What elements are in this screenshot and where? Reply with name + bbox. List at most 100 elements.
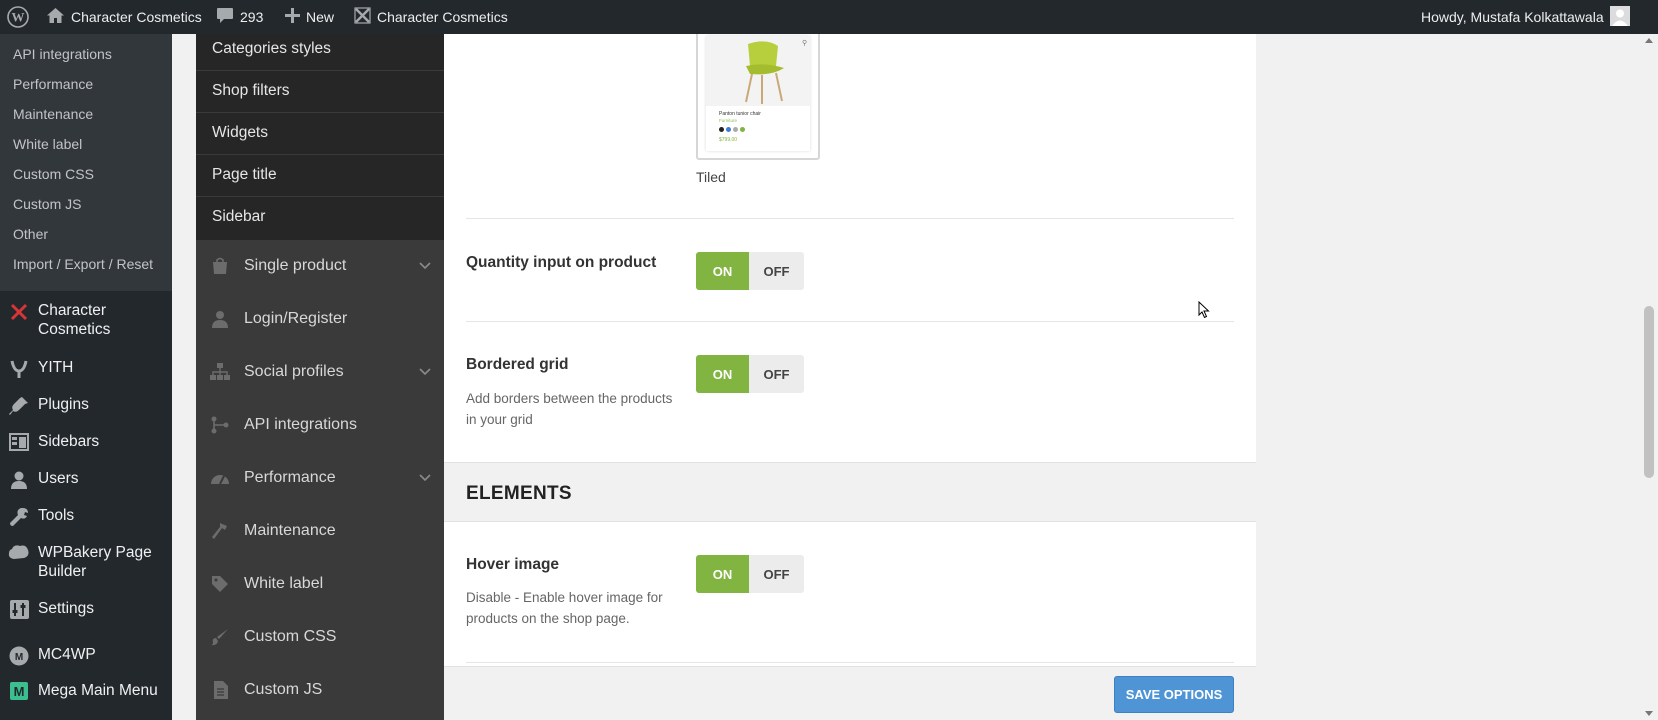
bordered-grid-toggle[interactable]: ON OFF — [696, 355, 804, 393]
divider — [466, 662, 1234, 663]
toggle-on[interactable]: ON — [696, 555, 749, 593]
my-account-link[interactable]: Howdy, Mustafa Kolkattawala — [1421, 0, 1630, 34]
divider — [196, 112, 444, 113]
menu-item-wpbakery[interactable]: WPBakery Page Builder — [0, 543, 172, 581]
theme-options-link[interactable]: Character Cosmetics — [354, 0, 508, 34]
nav-label: Custom CSS — [244, 628, 337, 645]
scrollbar-thumb[interactable] — [1644, 306, 1654, 478]
theme-x-icon — [0, 301, 38, 322]
nav-label: Maintenance — [244, 522, 336, 539]
nav-item-custom-js[interactable]: Custom JS — [196, 665, 444, 715]
hover-image-toggle[interactable]: ON OFF — [696, 555, 804, 593]
comments-count: 293 — [240, 9, 264, 25]
chevron-down-icon[interactable] — [406, 368, 444, 376]
submenu-item-import-export-reset[interactable]: Import / Export / Reset — [13, 256, 153, 272]
options-subnav: Categories styles Shop filters Widgets P… — [196, 34, 444, 240]
nav-item-social-profiles[interactable]: Social profiles — [196, 347, 444, 397]
svg-text:W: W — [12, 10, 25, 25]
admin-submenu: API integrations Performance Maintenance… — [0, 34, 172, 291]
toggle-off[interactable]: OFF — [749, 252, 804, 290]
hammer-icon — [196, 522, 244, 540]
nav-item-single-product[interactable]: Single product — [196, 241, 444, 291]
wpbakery-icon — [0, 543, 38, 562]
yith-icon — [0, 358, 38, 379]
admin-bar: W Character Cosmetics 293 New Character … — [0, 0, 1658, 34]
submenu-item-custom-js[interactable]: Custom JS — [13, 196, 81, 212]
scroll-down-arrow[interactable] — [1645, 711, 1653, 716]
admin-menu: API integrations Performance Maintenance… — [0, 34, 172, 720]
sidebars-icon — [0, 432, 38, 451]
menu-item-mega-main-menu[interactable]: M Mega Main Menu — [0, 681, 172, 700]
submenu-item-custom-css[interactable]: Custom CSS — [13, 166, 94, 182]
theme-link-label: Character Cosmetics — [377, 9, 508, 25]
menu-item-settings[interactable]: Settings — [0, 599, 172, 619]
settings-icon — [0, 599, 38, 619]
toggle-off[interactable]: OFF — [749, 555, 804, 593]
submenu-item-white-label[interactable]: White label — [13, 136, 82, 152]
menu-item-character-cosmetics[interactable]: Character Cosmetics — [0, 301, 172, 339]
nav-label: API integrations — [244, 416, 357, 433]
quantity-input-toggle[interactable]: ON OFF — [696, 252, 804, 290]
option-title-quantity-input: Quantity input on product — [466, 254, 657, 271]
submenu-item-api-integrations[interactable]: API integrations — [13, 46, 112, 62]
chair-image: ⚲ — [706, 36, 810, 106]
scroll-up-arrow[interactable] — [1645, 38, 1653, 43]
comments-link[interactable]: 293 — [216, 0, 263, 34]
bag-icon — [196, 257, 244, 275]
chevron-down-icon[interactable] — [406, 262, 444, 270]
toggle-on[interactable]: ON — [696, 252, 749, 290]
submenu-item-maintenance[interactable]: Maintenance — [13, 106, 93, 122]
nav-label: Social profiles — [244, 363, 344, 380]
submenu-item-other[interactable]: Other — [13, 226, 48, 242]
menu-item-plugins[interactable]: Plugins — [0, 395, 172, 416]
nav-item-api-integrations[interactable]: API integrations — [196, 400, 444, 450]
subnav-shop-filters[interactable]: Shop filters — [212, 82, 290, 100]
option-title-hover-image: Hover image — [466, 556, 560, 573]
tag-icon — [196, 575, 244, 593]
svg-text:M: M — [14, 684, 25, 699]
nav-item-maintenance[interactable]: Maintenance — [196, 506, 444, 556]
subnav-categories-styles[interactable]: Categories styles — [212, 40, 331, 58]
color-swatches — [719, 127, 745, 132]
nav-item-custom-css[interactable]: Custom CSS — [196, 612, 444, 662]
nav-item-login-register[interactable]: Login/Register — [196, 294, 444, 344]
toggle-on[interactable]: ON — [696, 355, 749, 393]
divider — [466, 321, 1234, 322]
shop-style-preview-tiled[interactable]: ⚲ Panton tunior chair Furniture $799.00 — [696, 34, 820, 160]
chevron-down-icon[interactable] — [406, 474, 444, 482]
toggle-off[interactable]: OFF — [749, 355, 804, 393]
page-scrollbar[interactable] — [1640, 34, 1658, 720]
menu-label: MC4WP — [38, 646, 96, 663]
options-content: ⚲ Panton tunior chair Furniture $799.00 … — [444, 34, 1256, 720]
new-content-link[interactable]: New — [285, 0, 334, 34]
site-name-link[interactable]: Character Cosmetics — [46, 0, 202, 34]
save-options-button[interactable]: SAVE OPTIONS — [1114, 676, 1234, 713]
mouse-cursor-icon — [1198, 300, 1210, 324]
wordpress-logo-icon[interactable]: W — [7, 0, 29, 34]
preview-style-label: Tiled — [696, 169, 726, 185]
menu-item-sidebars[interactable]: Sidebars — [0, 432, 172, 451]
menu-item-yith[interactable]: YITH — [0, 358, 172, 379]
site-name: Character Cosmetics — [71, 9, 202, 25]
submenu-item-performance[interactable]: Performance — [13, 76, 93, 92]
subnav-widgets[interactable]: Widgets — [212, 124, 268, 142]
divider — [196, 154, 444, 155]
new-label: New — [306, 9, 335, 25]
subnav-page-title[interactable]: Page title — [212, 166, 277, 184]
preview-product-price: $799.00 — [719, 137, 738, 143]
theme-x-icon — [354, 7, 371, 27]
menu-label: WPBakery Page Builder — [38, 544, 152, 580]
menu-item-mc4wp[interactable]: M MC4WP — [0, 645, 172, 666]
menu-item-users[interactable]: Users — [0, 469, 172, 490]
menu-item-tools[interactable]: Tools — [0, 506, 172, 527]
nav-item-white-label[interactable]: White label — [196, 559, 444, 609]
plus-icon — [285, 8, 300, 26]
nav-item-performance[interactable]: Performance — [196, 453, 444, 503]
sitemap-icon — [196, 363, 244, 381]
preview-product-card: ⚲ Panton tunior chair Furniture $799.00 — [706, 36, 810, 151]
menu-label: Plugins — [38, 396, 89, 413]
nav-label: Custom JS — [244, 681, 323, 698]
menu-label: YITH — [38, 359, 74, 376]
subnav-sidebar[interactable]: Sidebar — [212, 208, 265, 226]
tools-icon — [0, 506, 38, 527]
